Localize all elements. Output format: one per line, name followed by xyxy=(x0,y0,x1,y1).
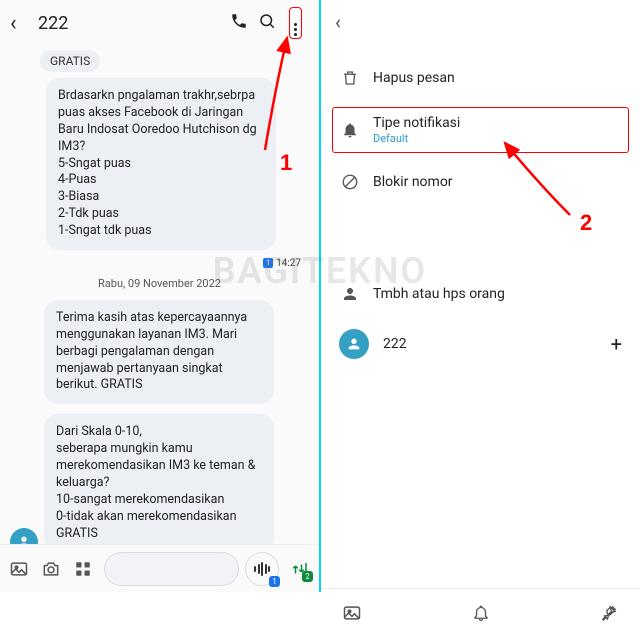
message-timestamp: 1 14:27 xyxy=(10,258,309,269)
menu-label: Hapus pesan xyxy=(373,70,455,86)
search-icon[interactable] xyxy=(253,12,281,35)
menu-block-number[interactable]: Blokir nomor xyxy=(321,156,640,208)
member-name: 222 xyxy=(383,336,597,352)
member-row[interactable]: 222 + xyxy=(321,320,640,368)
camera-icon[interactable] xyxy=(40,558,62,580)
conversation-title: 222 xyxy=(34,13,225,34)
trash-icon xyxy=(339,67,361,89)
gallery-icon[interactable] xyxy=(341,602,363,624)
menu-sublabel: Default xyxy=(373,132,460,145)
kebab-icon xyxy=(294,23,297,36)
back-button[interactable]: ‹ xyxy=(10,11,34,36)
menu-add-remove-people[interactable]: Tmbh atau hps orang xyxy=(321,268,640,320)
menu-delete-messages[interactable]: Hapus pesan xyxy=(321,52,640,104)
block-icon xyxy=(339,171,361,193)
menu-notification-type[interactable]: Tipe notifikasi Default xyxy=(329,104,632,156)
apps-icon[interactable] xyxy=(72,558,94,580)
sim-badge: 1 xyxy=(263,258,273,268)
waveform-icon xyxy=(254,562,270,576)
notification-bell-icon[interactable] xyxy=(470,602,492,624)
sender-avatar[interactable] xyxy=(10,528,38,544)
sim2-badge: 2 xyxy=(302,571,313,582)
menu-label: Tipe notifikasi xyxy=(373,115,460,131)
voice-record-button[interactable]: 1 xyxy=(245,552,279,586)
person-icon xyxy=(339,283,361,305)
member-avatar xyxy=(339,329,369,359)
sim1-badge: 1 xyxy=(269,576,280,587)
sim-switch-button[interactable]: 2 xyxy=(289,558,311,580)
gratis-badge: GRATIS xyxy=(40,50,100,72)
back-button[interactable]: ‹ xyxy=(335,10,341,34)
bell-icon xyxy=(339,119,361,141)
more-menu-button[interactable] xyxy=(281,7,309,39)
menu-label: Tmbh atau hps orang xyxy=(373,286,505,302)
message-bubble[interactable]: Terima kasih atas kepercayaannya menggun… xyxy=(44,300,274,404)
message-bubble[interactable]: Brdasarkn pngalaman trakhr,sebrpa puas a… xyxy=(46,78,276,250)
add-member-button[interactable]: + xyxy=(611,332,622,356)
message-input[interactable] xyxy=(104,552,239,586)
menu-label: Blokir nomor xyxy=(373,174,453,190)
gallery-icon[interactable] xyxy=(8,558,30,580)
message-bubble[interactable]: Dari Skala 0-10, seberapa mungkin kamu m… xyxy=(44,414,274,544)
pin-icon[interactable] xyxy=(598,602,620,624)
call-icon[interactable] xyxy=(225,12,253,35)
date-separator: Rabu, 09 November 2022 xyxy=(10,277,309,290)
